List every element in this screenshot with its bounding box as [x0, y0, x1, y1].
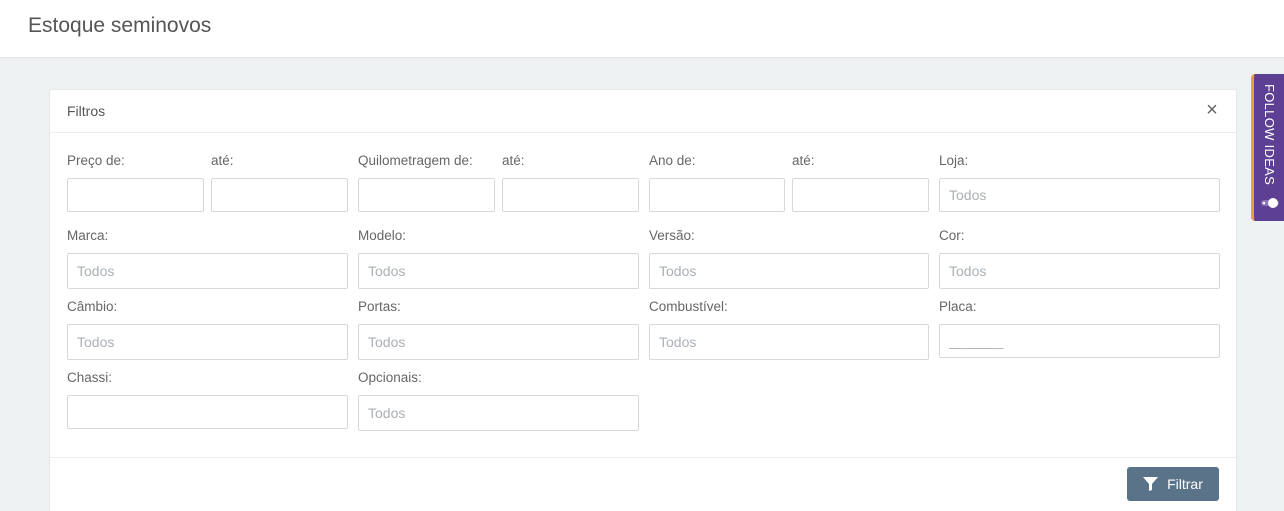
label-chassi: Chassi:	[67, 370, 113, 385]
placa-input[interactable]	[939, 324, 1220, 358]
top-header: Estoque seminovos	[0, 0, 1284, 58]
label-combustivel: Combustível:	[649, 299, 728, 314]
close-icon[interactable]: ×	[1204, 100, 1220, 120]
filter-button[interactable]: Filtrar	[1127, 467, 1219, 501]
label-km-ate: até:	[502, 153, 525, 168]
modelo-select[interactable]	[358, 253, 639, 289]
toggle-icon	[1261, 196, 1279, 214]
opcionais-select[interactable]	[358, 395, 639, 431]
loja-select[interactable]	[939, 178, 1220, 212]
page-title: Estoque seminovos	[28, 14, 212, 37]
portas-select[interactable]	[358, 324, 639, 360]
chassi-input[interactable]	[67, 395, 348, 429]
filters-title: Filtros	[67, 103, 106, 119]
versao-select[interactable]	[649, 253, 929, 289]
filters-panel-header: Filtros ×	[50, 90, 1236, 133]
label-preco-de: Preço de:	[67, 153, 125, 168]
label-preco-ate: até:	[211, 153, 234, 168]
label-portas: Portas:	[358, 299, 401, 314]
label-ano-ate: até:	[792, 153, 815, 168]
combustivel-select[interactable]	[649, 324, 929, 360]
ano-de-input[interactable]	[649, 178, 785, 212]
label-modelo: Modelo:	[358, 228, 407, 243]
label-placa: Placa:	[939, 299, 977, 314]
label-loja: Loja:	[939, 153, 969, 168]
marca-select[interactable]	[67, 253, 348, 289]
label-versao: Versão:	[649, 228, 695, 243]
funnel-icon	[1143, 477, 1159, 491]
follow-ideas-tab[interactable]: FOLLOW IDEAS	[1251, 74, 1284, 221]
label-cambio: Câmbio:	[67, 299, 118, 314]
filters-panel: Filtros × Preço de: até: Quilometragem d…	[49, 89, 1237, 511]
label-marca: Marca:	[67, 228, 109, 243]
km-de-input[interactable]	[358, 178, 495, 212]
label-opcionais: Opcionais:	[358, 370, 422, 385]
preco-de-input[interactable]	[67, 178, 204, 212]
km-ate-input[interactable]	[502, 178, 639, 212]
preco-ate-input[interactable]	[211, 178, 348, 212]
ano-ate-input[interactable]	[792, 178, 929, 212]
follow-ideas-label: FOLLOW IDEAS	[1262, 84, 1277, 186]
label-ano-de: Ano de:	[649, 153, 696, 168]
label-cor: Cor:	[939, 228, 965, 243]
label-km-de: Quilometragem de:	[358, 153, 473, 168]
cor-select[interactable]	[939, 253, 1220, 289]
filter-button-label: Filtrar	[1167, 476, 1203, 492]
footer-divider	[50, 457, 1236, 458]
cambio-select[interactable]	[67, 324, 348, 360]
